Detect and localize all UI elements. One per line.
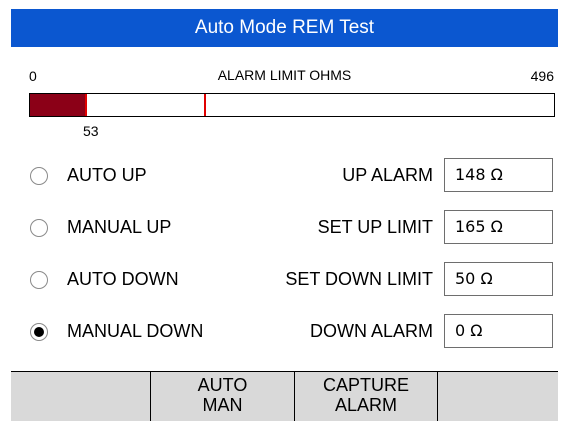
auto-man-softkey-line1: AUTO [197, 375, 248, 395]
down-alarm-field[interactable]: 0 Ω [444, 314, 553, 348]
set-up-limit-field[interactable]: 165 Ω [444, 210, 553, 244]
capture-alarm-softkey-line2: ALARM [334, 395, 397, 415]
up-alarm-label: UP ALARM [342, 165, 433, 185]
set-down-limit-label: SET DOWN LIMIT [285, 269, 433, 289]
manual-up-radio[interactable] [30, 219, 48, 237]
set-up-limit-label: SET UP LIMIT [317, 217, 433, 237]
gauge-fill-marker [85, 94, 87, 116]
gauge-max-label: 496 [530, 68, 554, 84]
capture-alarm-softkey[interactable]: CAPTURE ALARM [295, 372, 438, 421]
manual-down-radio[interactable] [30, 323, 48, 341]
softkey-4[interactable] [438, 372, 558, 421]
softkey-1[interactable] [11, 372, 151, 421]
softkey-bar: AUTO MAN CAPTURE ALARM [11, 371, 558, 421]
down-alarm-label: DOWN ALARM [309, 321, 433, 341]
auto-man-softkey-line2: MAN [202, 395, 243, 415]
manual-down-label[interactable]: MANUAL DOWN [67, 321, 203, 342]
auto-down-label[interactable]: AUTO DOWN [67, 269, 179, 290]
gauge-fill [30, 94, 86, 116]
auto-man-softkey[interactable]: AUTO MAN [151, 372, 295, 421]
auto-up-radio[interactable] [30, 167, 48, 185]
main-panel: 0 ALARM LIMIT OHMS 496 53 AUTO UP UP ALA… [11, 47, 558, 421]
capture-alarm-softkey-line1: CAPTURE [322, 375, 409, 395]
gauge-bar [29, 93, 555, 117]
gauge-fill-value-label: 53 [83, 123, 99, 139]
mode-row-manual-up: MANUAL UP SET UP LIMIT 165 Ω [11, 210, 558, 246]
gauge-title: ALARM LIMIT OHMS [217, 67, 352, 83]
mode-row-auto-down: AUTO DOWN SET DOWN LIMIT 50 Ω [11, 262, 558, 298]
window-title: Auto Mode REM Test [194, 17, 375, 38]
auto-up-label[interactable]: AUTO UP [67, 165, 147, 186]
mode-row-manual-down: MANUAL DOWN DOWN ALARM 0 Ω [11, 314, 558, 350]
up-alarm-field[interactable]: 148 Ω [444, 158, 553, 192]
auto-down-radio[interactable] [30, 271, 48, 289]
gauge-limit-marker [204, 94, 206, 116]
manual-up-label[interactable]: MANUAL UP [67, 217, 171, 238]
mode-row-auto-up: AUTO UP UP ALARM 148 Ω [11, 158, 558, 194]
window-title-bar: Auto Mode REM Test [11, 9, 558, 47]
set-down-limit-field[interactable]: 50 Ω [444, 262, 553, 296]
